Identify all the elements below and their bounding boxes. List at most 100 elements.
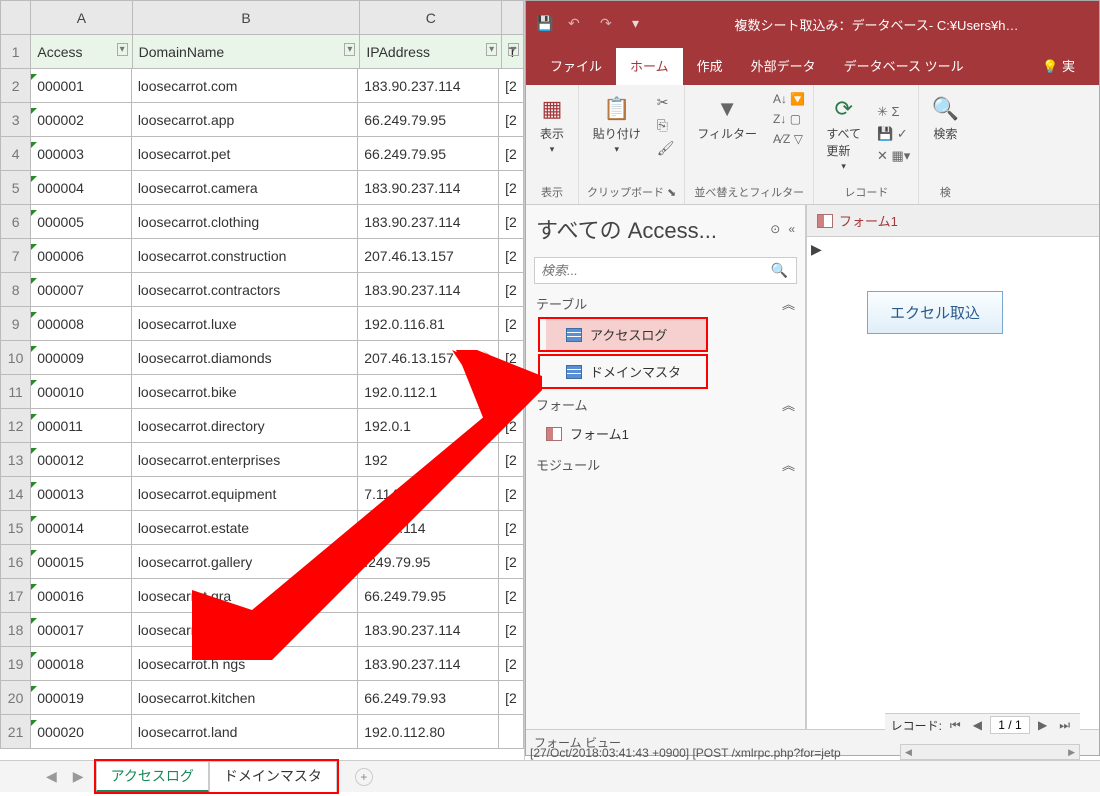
hdr-domain[interactable]: DomainName: [132, 35, 360, 69]
record-selector-icon[interactable]: ▶: [811, 241, 822, 258]
cell[interactable]: [2: [499, 477, 524, 511]
cell[interactable]: loosecarrot.com: [131, 69, 357, 103]
cell[interactable]: [2: [499, 375, 524, 409]
tab-dbtools[interactable]: データベース ツール: [830, 48, 978, 85]
cell[interactable]: loosecarrot.construction: [131, 239, 357, 273]
col-header-d[interactable]: [502, 1, 524, 35]
row-header[interactable]: 7: [1, 239, 31, 273]
cell[interactable]: [2: [499, 103, 524, 137]
cell[interactable]: loosecarrot.estate: [131, 511, 357, 545]
cell[interactable]: loosecarrot.enterprises: [131, 443, 357, 477]
cell[interactable]: loosecarrot.h ngs: [131, 647, 357, 681]
cell[interactable]: loosecarrot.app: [131, 103, 357, 137]
cut-icon[interactable]: ✂: [657, 94, 675, 111]
tab-home[interactable]: ホーム: [616, 48, 683, 85]
cell[interactable]: loosecarrot.gra: [131, 579, 357, 613]
save-icon[interactable]: 💾: [536, 15, 554, 33]
cell[interactable]: [2: [499, 137, 524, 171]
cell[interactable]: loosecarrot.diamonds: [131, 341, 357, 375]
excel-data-rows[interactable]: 2 000001 loosecarrot.com 183.90.237.114 …: [0, 68, 524, 749]
cell[interactable]: loosecarrot.clothing: [131, 205, 357, 239]
next-record-icon[interactable]: ▶: [1034, 718, 1051, 732]
cell[interactable]: 0.237.114: [358, 511, 499, 545]
row-header[interactable]: 14: [1, 477, 31, 511]
cell[interactable]: 183.90.237.114: [358, 647, 499, 681]
row-header[interactable]: 8: [1, 273, 31, 307]
cell[interactable]: loosecarrot.pet: [131, 137, 357, 171]
row-header[interactable]: 5: [1, 171, 31, 205]
cell[interactable]: 192: [358, 443, 499, 477]
row-header[interactable]: 1: [1, 35, 31, 69]
redo-icon[interactable]: ↷: [600, 15, 618, 33]
cell[interactable]: 183.90.237.114: [358, 171, 499, 205]
tab-create[interactable]: 作成: [683, 48, 737, 85]
sheet-tab-domainmaster[interactable]: ドメインマスタ: [209, 761, 337, 792]
search-icon[interactable]: 🔍: [763, 258, 796, 283]
horizontal-scrollbar[interactable]: [900, 744, 1080, 760]
cell[interactable]: 000017: [31, 613, 132, 647]
format-painter-icon[interactable]: 🖌: [657, 140, 675, 157]
cell[interactable]: 000004: [31, 171, 132, 205]
cell[interactable]: [2: [499, 613, 524, 647]
cell[interactable]: [2: [499, 69, 524, 103]
cell[interactable]: 66.249.79.95: [358, 579, 499, 613]
cell[interactable]: [2: [499, 545, 524, 579]
nav-item-accesslog[interactable]: アクセスログ: [546, 319, 706, 350]
row-header[interactable]: 6: [1, 205, 31, 239]
nav-item-domainmaster[interactable]: ドメインマスタ: [546, 356, 706, 387]
cell[interactable]: 66.249.79.95: [358, 103, 499, 137]
cell[interactable]: 000001: [31, 69, 132, 103]
cell[interactable]: 000006: [31, 239, 132, 273]
cell[interactable]: 000007: [31, 273, 132, 307]
add-sheet-icon[interactable]: +: [355, 768, 373, 786]
view-button[interactable]: ▦表示▾: [534, 91, 570, 159]
cell[interactable]: [2: [499, 307, 524, 341]
cell[interactable]: loosecarrot.luxe: [131, 307, 357, 341]
cell[interactable]: [2: [499, 171, 524, 205]
new-record-icon[interactable]: ✳ Σ: [877, 104, 910, 120]
excel-grid[interactable]: A B C 1 Access DomainName IPAddress T: [0, 0, 524, 69]
prev-record-icon[interactable]: ◀: [969, 718, 986, 732]
clear-sort-icon[interactable]: A⁄Z ▽: [773, 132, 805, 146]
nav-cat-tables[interactable]: テーブル︽: [526, 288, 805, 317]
cell[interactable]: 192.0.112.1: [358, 375, 499, 409]
cell[interactable]: 66.249.79.93: [358, 681, 499, 715]
cell[interactable]: 192.0.116.81: [358, 307, 499, 341]
cell[interactable]: 000010: [31, 375, 132, 409]
row-header[interactable]: 20: [1, 681, 31, 715]
hdr-access[interactable]: Access: [31, 35, 132, 69]
row-header[interactable]: 4: [1, 137, 31, 171]
cell[interactable]: loosecarrot.equipment: [131, 477, 357, 511]
row-header[interactable]: 19: [1, 647, 31, 681]
row-header[interactable]: 2: [1, 69, 31, 103]
save-record-icon[interactable]: 💾 ✓: [877, 126, 910, 142]
cell[interactable]: [2: [499, 341, 524, 375]
row-header[interactable]: 18: [1, 613, 31, 647]
row-header[interactable]: 10: [1, 341, 31, 375]
col-header-b[interactable]: B: [132, 1, 360, 35]
row-header[interactable]: 3: [1, 103, 31, 137]
cell[interactable]: 000013: [31, 477, 132, 511]
cell[interactable]: loosecarrot.directory: [131, 409, 357, 443]
last-record-icon[interactable]: ⏭: [1055, 718, 1074, 733]
row-header[interactable]: 11: [1, 375, 31, 409]
sheet-nav-prev-icon[interactable]: ◀: [40, 768, 63, 785]
cell[interactable]: 207.46.13.157: [358, 341, 499, 375]
cell[interactable]: 66.249.79.95: [358, 137, 499, 171]
nav-cat-modules[interactable]: モジュール︽: [526, 449, 805, 478]
corner-cell[interactable]: [1, 1, 31, 35]
cell[interactable]: 183.90.237.114: [358, 69, 499, 103]
titlebar[interactable]: 💾 ↶ ↷ ▾ 複数シート取込み：データベース- C:¥Users¥h…: [526, 1, 1099, 47]
find-button[interactable]: 🔍検索: [927, 91, 963, 146]
tab-tellme[interactable]: 💡 実: [1028, 48, 1089, 85]
cell[interactable]: 000011: [31, 409, 132, 443]
nav-dropdown-icon[interactable]: ⊙: [770, 222, 780, 236]
first-record-icon[interactable]: ⏮: [946, 718, 965, 733]
cell[interactable]: 000008: [31, 307, 132, 341]
cell[interactable]: 000015: [31, 545, 132, 579]
col-header-c[interactable]: C: [360, 1, 502, 35]
record-pos-input[interactable]: [990, 716, 1030, 734]
sort-asc-icon[interactable]: A↓ 🔽: [773, 92, 805, 106]
cell[interactable]: [499, 715, 524, 749]
cell[interactable]: [2: [499, 647, 524, 681]
